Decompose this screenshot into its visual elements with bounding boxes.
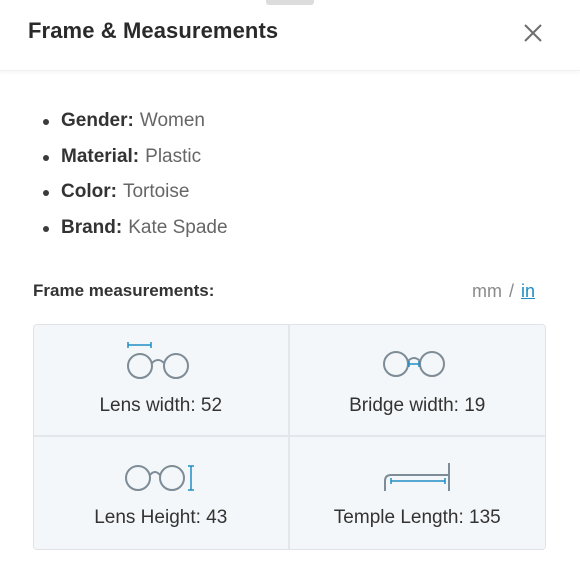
close-button[interactable] — [520, 20, 546, 46]
attribute-key: Color: — [61, 181, 117, 202]
lens-height-icon — [124, 465, 194, 491]
attribute-key: Gender: — [61, 110, 134, 131]
measurement-temple-length: Temple Length: 135 — [289, 437, 545, 549]
attribute-color: Color: Tortoise — [40, 177, 228, 213]
attribute-value: Tortoise — [122, 181, 190, 202]
measurement-label: Lens width: 52 — [99, 395, 223, 416]
measurement-label: Temple Length: 135 — [333, 507, 501, 528]
measurement-label: Bridge width: 19 — [349, 395, 486, 416]
unit-mm-option[interactable]: mm — [472, 281, 502, 301]
bullet-icon — [43, 190, 49, 196]
measurements-grid: Lens width: 52 Bridge width: 19 Lens Hei… — [33, 324, 546, 550]
unit-separator: / — [509, 281, 515, 301]
attribute-gender: Gender: Women — [40, 106, 228, 142]
lens-width-icon — [126, 342, 189, 379]
attribute-key: Brand: — [61, 216, 123, 238]
bullet-icon — [43, 225, 49, 232]
attribute-value: Plastic — [145, 145, 202, 167]
attribute-brand: Brand: Kate Spade — [40, 213, 228, 249]
measurement-lens-height: Lens Height: 43 — [34, 437, 290, 549]
close-icon — [524, 24, 542, 42]
attribute-value: Women — [139, 110, 205, 131]
unit-toggle: mm / in — [472, 281, 535, 302]
temple-length-icon — [384, 463, 451, 491]
unit-in-option[interactable]: in — [521, 281, 535, 301]
attribute-value: Kate Spade — [128, 216, 228, 238]
bridge-width-icon — [383, 351, 446, 377]
bullet-icon — [43, 119, 49, 125]
modal-title: Frame & Measurements — [28, 18, 279, 43]
attribute-material: Material: Plastic — [40, 142, 228, 178]
measurement-bridge-width: Bridge width: 19 — [289, 325, 545, 437]
measurement-label: Lens Height: 43 — [94, 507, 228, 528]
modal-header: Frame & Measurements — [0, 0, 580, 71]
attribute-key: Material: — [61, 145, 140, 167]
measurement-lens-width: Lens width: 52 — [34, 325, 290, 437]
frame-attributes-list: Gender: Women Material: Plastic Color: Tort… — [40, 106, 228, 248]
bullet-icon — [43, 154, 49, 161]
frame-measurements-title: Frame measurements: — [33, 281, 215, 300]
